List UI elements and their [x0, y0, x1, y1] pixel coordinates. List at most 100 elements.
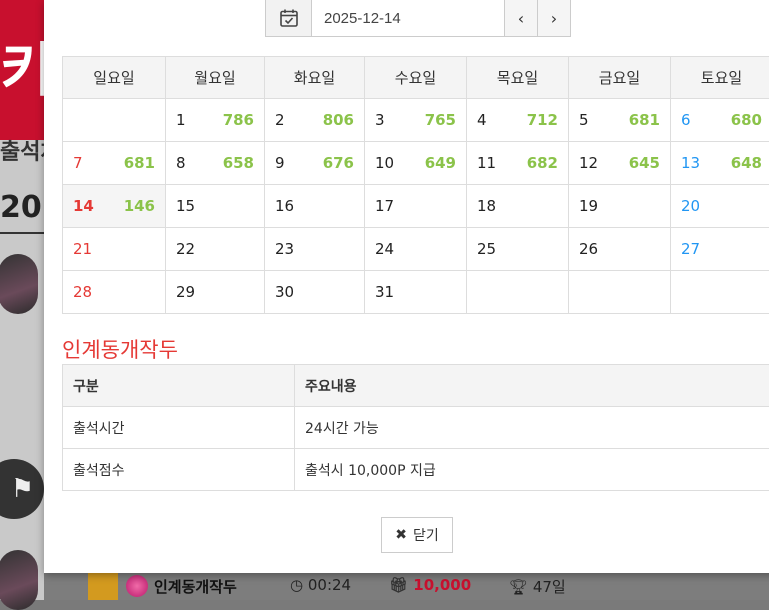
- calendar-attendance-count: 681: [124, 154, 155, 172]
- calendar-day-number: 12: [579, 154, 598, 172]
- calendar-day-cell[interactable]: 2 806: [265, 99, 365, 142]
- calendar-day-cell[interactable]: 23: [265, 228, 365, 271]
- calendar-day-cell[interactable]: 3 765: [365, 99, 467, 142]
- calendar-day-cell[interactable]: 25: [467, 228, 569, 271]
- calendar-day-number: 7: [73, 154, 83, 172]
- weekday-monday: 월요일: [166, 57, 265, 99]
- calendar-day-cell[interactable]: 29: [166, 271, 265, 314]
- calendar-day-number: 8: [176, 154, 186, 172]
- calendar-day-number: 9: [275, 154, 285, 172]
- calendar-day-cell: [671, 271, 769, 314]
- weekday-tuesday: 화요일: [265, 57, 365, 99]
- attendance-calendar: 일요일 월요일 화요일 수요일 목요일 금요일 토요일 178628063765…: [62, 56, 769, 314]
- calendar-attendance-count: 680: [731, 111, 762, 129]
- calendar-day-cell[interactable]: 10649: [365, 142, 467, 185]
- calendar-day-number: 27: [681, 240, 700, 258]
- calendar-day-cell[interactable]: 8 658: [166, 142, 265, 185]
- calendar-day-number: 31: [375, 283, 394, 301]
- avatar: [0, 254, 38, 314]
- calendar-day-cell[interactable]: 15: [166, 185, 265, 228]
- info-value: 출석시 10,000P 지급: [295, 449, 769, 491]
- row-days: 🏆︎ 47일: [509, 576, 566, 597]
- calendar-day-cell[interactable]: 28: [63, 271, 166, 314]
- calendar-week-row: 28 29 30 31: [63, 271, 769, 314]
- info-key: 출석점수: [63, 449, 295, 491]
- level-badge-icon: [126, 575, 148, 597]
- calendar-attendance-count: 806: [323, 111, 354, 129]
- weekday-thursday: 목요일: [467, 57, 569, 99]
- weekday-wednesday: 수요일: [365, 57, 467, 99]
- calendar-day-cell[interactable]: 21: [63, 228, 166, 271]
- info-header-content: 주요내용: [295, 365, 769, 407]
- calendar-day-number: 17: [375, 197, 394, 215]
- calendar-day-cell[interactable]: 11 682: [467, 142, 569, 185]
- calendar-day-number: 29: [176, 283, 195, 301]
- date-input[interactable]: [312, 0, 504, 36]
- thumbnail: [88, 573, 118, 600]
- calendar-day-number: 10: [375, 154, 394, 172]
- calendar-attendance-count: 712: [527, 111, 558, 129]
- calendar-day-cell[interactable]: 24: [365, 228, 467, 271]
- calendar-day-cell[interactable]: 22: [166, 228, 265, 271]
- calendar-day-number: 19: [579, 197, 598, 215]
- table-row: 출석점수 출석시 10,000P 지급: [63, 449, 769, 491]
- calendar-day-number: 16: [275, 197, 294, 215]
- calendar-day-cell: [63, 99, 166, 142]
- weekday-saturday: 토요일: [671, 57, 769, 99]
- calendar-day-number: 6: [681, 111, 691, 129]
- calendar-day-cell: [569, 271, 671, 314]
- calendar-day-number: 15: [176, 197, 195, 215]
- calendar-day-cell[interactable]: 1786: [166, 99, 265, 142]
- background-date-text: 20: [0, 190, 42, 225]
- calendar-day-cell: [467, 271, 569, 314]
- chevron-right-icon[interactable]: ›: [537, 0, 570, 36]
- calendar-day-number: 23: [275, 240, 294, 258]
- calendar-day-cell[interactable]: 19: [569, 185, 671, 228]
- background-divider: [0, 232, 44, 234]
- calendar-week-row: 2122 23 24 25 26 27: [63, 228, 769, 271]
- gift-icon: 🎁︎: [389, 576, 408, 594]
- calendar-day-cell[interactable]: 13 648: [671, 142, 769, 185]
- calendar-day-cell[interactable]: 4712: [467, 99, 569, 142]
- calendar-day-cell[interactable]: 16: [265, 185, 365, 228]
- info-key: 출석시간: [63, 407, 295, 449]
- calendar-attendance-count: 658: [223, 154, 254, 172]
- info-header-row: 구분 주요내용: [63, 365, 769, 407]
- calendar-day-cell[interactable]: 9676: [265, 142, 365, 185]
- calendar-check-icon[interactable]: [266, 0, 312, 36]
- calendar-day-cell[interactable]: 31: [365, 271, 467, 314]
- calendar-day-cell[interactable]: 7 681: [63, 142, 166, 185]
- calendar-day-number: 24: [375, 240, 394, 258]
- row-time-value: 00:24: [308, 576, 351, 594]
- calendar-day-cell[interactable]: 14146: [63, 185, 166, 228]
- trophy-icon: 🏆︎: [509, 578, 528, 596]
- calendar-day-cell[interactable]: 20: [671, 185, 769, 228]
- calendar-day-cell[interactable]: 30: [265, 271, 365, 314]
- calendar-day-number: 11: [477, 154, 496, 172]
- calendar-day-number: 13: [681, 154, 700, 172]
- calendar-day-cell[interactable]: 5681: [569, 99, 671, 142]
- calendar-day-cell[interactable]: 27: [671, 228, 769, 271]
- calendar-day-cell[interactable]: 6 680: [671, 99, 769, 142]
- calendar-day-number: 1: [176, 111, 186, 129]
- calendar-attendance-count: 786: [223, 111, 254, 129]
- calendar-day-number: 14: [73, 197, 94, 215]
- info-title: 인계동개작두: [62, 334, 178, 364]
- calendar-attendance-count: 765: [425, 111, 456, 129]
- calendar-day-cell[interactable]: 17: [365, 185, 467, 228]
- calendar-day-number: 2: [275, 111, 285, 129]
- calendar-attendance-count: 681: [629, 111, 660, 129]
- calendar-day-number: 3: [375, 111, 385, 129]
- avatar: [0, 550, 38, 610]
- calendar-attendance-count: 682: [527, 154, 558, 172]
- calendar-day-cell[interactable]: 18: [467, 185, 569, 228]
- calendar-day-number: 18: [477, 197, 496, 215]
- weekday-sunday: 일요일: [63, 57, 166, 99]
- close-button[interactable]: ✖ 닫기: [381, 517, 453, 553]
- calendar-day-cell[interactable]: 12645: [569, 142, 671, 185]
- calendar-attendance-count: 648: [731, 154, 762, 172]
- calendar-day-cell[interactable]: 26: [569, 228, 671, 271]
- chevron-left-icon[interactable]: ‹: [504, 0, 537, 36]
- calendar-day-number: 26: [579, 240, 598, 258]
- calendar-week-row: 7 681 8 658 967610649 11 682 12645 13 648: [63, 142, 769, 185]
